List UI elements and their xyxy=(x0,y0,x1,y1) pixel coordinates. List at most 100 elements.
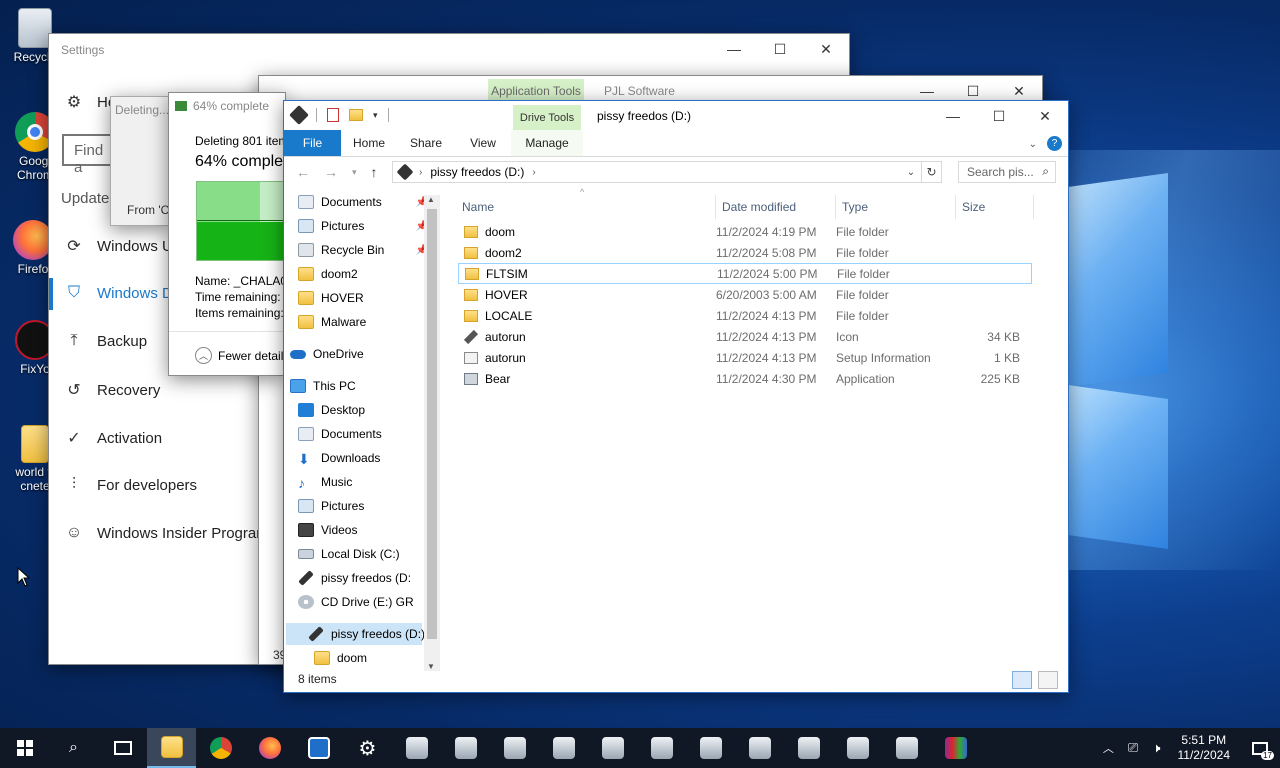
nav-item-desktop[interactable]: Desktop xyxy=(298,399,428,421)
taskbar-app-6[interactable] xyxy=(637,728,686,768)
settings-nav-activation[interactable]: ✓ Activation xyxy=(63,428,162,448)
nav-item-documents-pc[interactable]: Documents xyxy=(298,423,428,445)
file-row[interactable]: Bear 11/2/2024 4:30 PM Application 225 K… xyxy=(458,368,1032,389)
tab-share[interactable]: Share xyxy=(397,130,455,156)
taskbar-chrome[interactable] xyxy=(196,728,245,768)
file-explorer-window[interactable]: ▾ Drive Tools pissy freedos (D:) — ☐ ✕ F… xyxy=(283,100,1069,693)
taskbar-app-8[interactable] xyxy=(735,728,784,768)
help-icon[interactable]: ? xyxy=(1047,136,1062,151)
tray-chevron-up-icon[interactable]: ︿ xyxy=(1103,740,1114,756)
taskbar-app-4[interactable] xyxy=(539,728,588,768)
task-view-button[interactable] xyxy=(98,728,147,768)
refresh-icon[interactable]: ↻ xyxy=(921,162,941,182)
volume-muted-icon[interactable]: 🕨 xyxy=(1152,740,1160,756)
settings-nav-windows-defender[interactable]: ⛉ Windows D xyxy=(63,284,173,302)
network-icon[interactable]: ⎚ xyxy=(1128,740,1138,756)
taskbar-app-9[interactable] xyxy=(784,728,833,768)
up-arrow-icon[interactable]: ↑ xyxy=(371,164,378,180)
taskbar-app-3[interactable] xyxy=(490,728,539,768)
breadcrumb-drive[interactable]: pissy freedos (D:) xyxy=(430,165,524,179)
column-name[interactable]: Name xyxy=(458,195,716,219)
settings-nav-windows-update[interactable]: ⟳ Windows U xyxy=(63,236,173,256)
nav-item-pissy-freedos[interactable]: pissy freedos (D: xyxy=(298,567,428,589)
settings-nav-developers[interactable]: ⫶ For developers xyxy=(63,476,197,494)
nav-item-cd-drive[interactable]: CD Drive (E:) GR xyxy=(298,591,428,613)
maximize-button[interactable]: ☐ xyxy=(757,34,803,64)
tab-manage[interactable]: Manage xyxy=(511,130,583,156)
nav-item-this-pc[interactable]: This PC xyxy=(290,375,420,397)
search-button[interactable]: ⌕ xyxy=(49,728,98,768)
nav-item-hover[interactable]: HOVER xyxy=(298,287,428,309)
settings-home[interactable]: ⚙ Ho xyxy=(63,92,116,112)
taskbar-app-5[interactable] xyxy=(588,728,637,768)
column-type[interactable]: Type xyxy=(838,195,956,219)
start-button[interactable] xyxy=(0,728,49,768)
back-arrow-icon[interactable]: ← xyxy=(296,164,310,180)
settings-nav-backup[interactable]: ⤒ Backup xyxy=(63,332,147,350)
nav-item-onedrive[interactable]: OneDrive xyxy=(290,343,420,365)
taskbar-file-explorer[interactable] xyxy=(147,728,196,768)
nav-item-pictures[interactable]: Pictures 📌 xyxy=(298,215,428,237)
scroll-thumb[interactable] xyxy=(427,209,437,639)
address-dropdown-icon[interactable]: ⌄ xyxy=(901,167,921,178)
settings-nav-recovery[interactable]: ↺ Recovery xyxy=(63,380,160,400)
fewer-details-button[interactable]: ︿ Fewer details xyxy=(195,347,285,364)
recent-dropdown-icon[interactable]: ▾ xyxy=(352,167,357,180)
drive-tools-context-tab[interactable]: Drive Tools xyxy=(513,105,581,131)
search-input[interactable]: Search pis... ⌕ xyxy=(958,161,1056,183)
delete-progress-dialog[interactable]: 64% complete Deleting 801 item 64% compl… xyxy=(168,92,286,376)
nav-item-recycle-bin[interactable]: Recycle Bin 📌 xyxy=(298,239,428,261)
properties-icon[interactable] xyxy=(327,108,339,122)
new-folder-icon[interactable] xyxy=(349,109,363,121)
nav-item-videos[interactable]: Videos xyxy=(298,519,428,541)
nav-item-documents[interactable]: Documents 📌 xyxy=(298,191,428,213)
maximize-button[interactable]: ☐ xyxy=(976,101,1022,131)
nav-item-local-disk[interactable]: Local Disk (C:) xyxy=(298,543,428,565)
nav-item-downloads[interactable]: ⬇ Downloads xyxy=(298,447,428,469)
tab-home[interactable]: Home xyxy=(341,130,397,156)
column-date-modified[interactable]: Date modified xyxy=(718,195,836,219)
minimize-button[interactable]: — xyxy=(930,101,976,131)
file-row[interactable]: autorun 11/2/2024 4:13 PM Setup Informat… xyxy=(458,347,1032,368)
tab-view[interactable]: View xyxy=(455,130,511,156)
details-view-icon[interactable] xyxy=(1012,671,1032,689)
file-row[interactable]: doom 11/2/2024 4:19 PM File folder xyxy=(458,221,1032,242)
nav-scrollbar[interactable]: ▲ ▼ xyxy=(424,195,440,671)
taskbar-settings[interactable]: ⚙ xyxy=(343,728,392,768)
taskbar-app-10[interactable] xyxy=(833,728,882,768)
taskbar-app-2[interactable] xyxy=(441,728,490,768)
address-bar[interactable]: › pissy freedos (D:) › ⌄ ↻ xyxy=(392,161,942,183)
close-button[interactable]: ✕ xyxy=(1022,101,1068,131)
nav-item-pictures-pc[interactable]: Pictures xyxy=(298,495,428,517)
taskbar-app-1[interactable] xyxy=(392,728,441,768)
nav-item-malware[interactable]: Malware xyxy=(298,311,428,333)
large-icons-view-icon[interactable] xyxy=(1038,671,1058,689)
scroll-up-icon[interactable]: ▲ xyxy=(427,195,435,204)
close-button[interactable]: ✕ xyxy=(803,34,849,64)
minimize-button[interactable]: — xyxy=(711,34,757,64)
deleting-dialog-small[interactable]: Deleting... From 'C: xyxy=(110,96,170,226)
tab-file[interactable]: File xyxy=(284,130,341,156)
file-row[interactable]: doom2 11/2/2024 5:08 PM File folder xyxy=(458,242,1032,263)
nav-item-pissy-freedos-selected[interactable]: pissy freedos (D:) xyxy=(286,623,425,645)
file-row-selected[interactable]: FLTSIM 11/2/2024 5:00 PM File folder xyxy=(458,263,1032,284)
file-row[interactable]: autorun 11/2/2024 4:13 PM Icon 34 KB xyxy=(458,326,1032,347)
taskbar-firefox[interactable] xyxy=(245,728,294,768)
settings-nav-insider[interactable]: ☺ Windows Insider Program xyxy=(63,524,269,542)
action-center-button[interactable]: 17 xyxy=(1240,728,1280,768)
column-size[interactable]: Size xyxy=(958,195,1034,219)
taskbar-app-7[interactable] xyxy=(686,728,735,768)
ribbon-expand-icon[interactable]: ⌄ xyxy=(1029,139,1037,150)
file-row[interactable]: LOCALE 11/2/2024 4:13 PM File folder xyxy=(458,305,1032,326)
file-row[interactable]: HOVER 6/20/2003 5:00 AM File folder xyxy=(458,284,1032,305)
taskbar-winrar[interactable] xyxy=(931,728,980,768)
taskbar-security[interactable] xyxy=(294,728,343,768)
clock[interactable]: 5:51 PM 11/2/2024 xyxy=(1178,733,1231,763)
nav-item-doom2[interactable]: doom2 xyxy=(298,263,428,285)
forward-arrow-icon[interactable]: → xyxy=(324,164,338,180)
nav-item-doom[interactable]: doom xyxy=(314,647,440,669)
toolbar-dropdown-icon[interactable]: ▾ xyxy=(373,110,378,121)
scroll-down-icon[interactable]: ▼ xyxy=(427,662,435,671)
taskbar-app-11[interactable] xyxy=(882,728,931,768)
nav-item-music[interactable]: ♪ Music xyxy=(298,471,428,493)
